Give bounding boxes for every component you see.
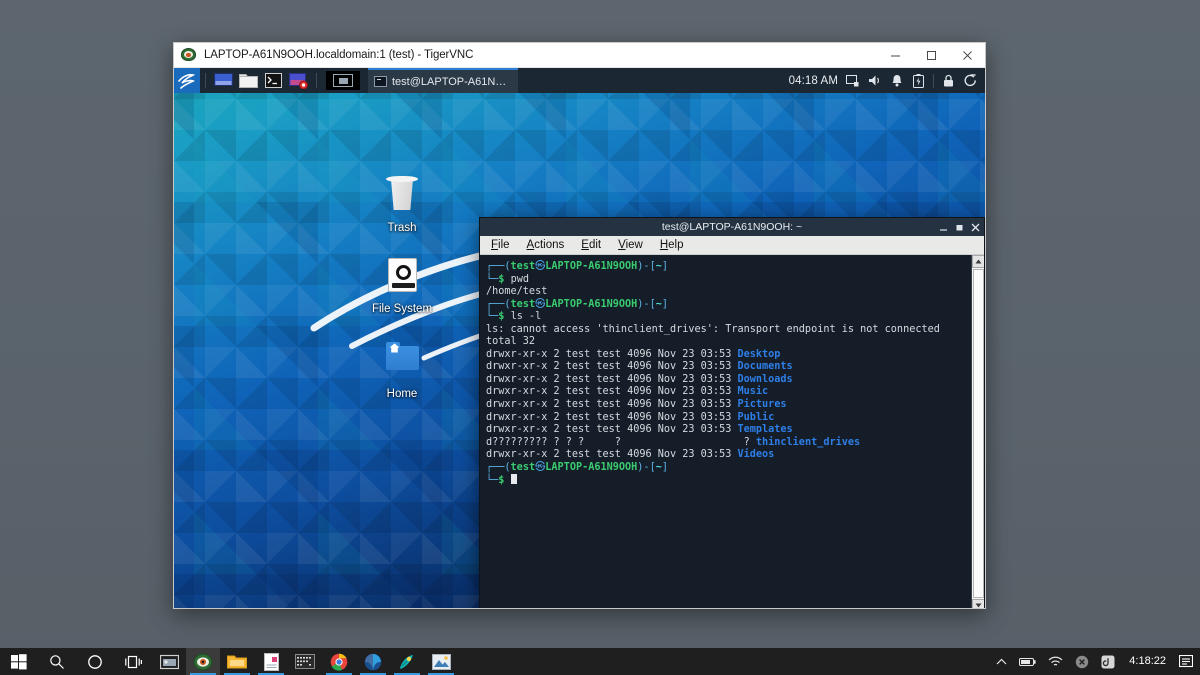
windows-clock[interactable]: 4:18:22: [1121, 648, 1174, 675]
minimize-button[interactable]: [877, 43, 913, 68]
kali-top-panel: test@LAPTOP-A61N9O… 04:18 AM: [174, 68, 985, 93]
file-manager-launcher[interactable]: [238, 72, 259, 90]
kali-dragon-menu-icon[interactable]: [174, 68, 200, 93]
workspace-switcher-icon[interactable]: [326, 71, 360, 90]
terminal-screen[interactable]: ┌──(test㉿LAPTOP-A61N9OOH)-[~] └─$ pwd /h…: [480, 255, 971, 608]
kali-desktop: test@LAPTOP-A61N9O… 04:18 AM Trash File …: [174, 68, 985, 608]
xfce-terminal-window: test@LAPTOP-A61N9OOH: ~ File Actions Edi…: [479, 217, 985, 608]
terminal-scrollbar[interactable]: [971, 255, 984, 608]
volume-icon[interactable]: [867, 73, 882, 88]
power-icon[interactable]: [963, 73, 978, 88]
host-desktop-background: LAPTOP-A61N9OOH.localdomain:1 (test) - T…: [0, 0, 1200, 675]
terminal-maximize-button[interactable]: [955, 223, 964, 232]
notification-bell-icon[interactable]: [889, 73, 904, 88]
scroll-down-icon[interactable]: [971, 599, 984, 608]
taskbar-app-photos[interactable]: [424, 648, 458, 675]
terminal-close-button[interactable]: [971, 223, 980, 232]
terminal-body: ┌──(test㉿LAPTOP-A61N9OOH)-[~] └─$ pwd /h…: [480, 255, 984, 608]
terminal-icon: [374, 76, 387, 87]
show-hidden-icons-button[interactable]: [990, 648, 1013, 675]
task-view-button[interactable]: [114, 648, 152, 675]
show-desktop-launcher[interactable]: [213, 72, 234, 90]
terminal-titlebar[interactable]: test@LAPTOP-A61N9OOH: ~: [480, 218, 984, 236]
error-tray-icon[interactable]: [1069, 648, 1095, 675]
kali-panel-tray: 04:18 AM: [789, 68, 985, 93]
terminal-launcher[interactable]: [263, 72, 284, 90]
search-button[interactable]: [38, 648, 76, 675]
menu-actions[interactable]: Actions: [527, 239, 565, 251]
window-button-terminal[interactable]: test@LAPTOP-A61N9O…: [368, 68, 518, 93]
scroll-up-icon[interactable]: [971, 255, 984, 268]
start-button[interactable]: [0, 648, 38, 675]
network-tray-icon[interactable]: [1042, 648, 1069, 675]
close-button[interactable]: [949, 43, 985, 68]
battery-tray-icon[interactable]: [1013, 648, 1042, 675]
menu-file[interactable]: File: [491, 239, 510, 251]
menu-edit[interactable]: Edit: [581, 239, 601, 251]
tray-separator: [933, 73, 934, 88]
display-settings-icon[interactable]: [845, 73, 860, 88]
terminal-record-launcher[interactable]: [288, 72, 309, 90]
tigervnc-eye-icon: [181, 47, 197, 63]
taskbar-app-file-explorer[interactable]: [220, 648, 254, 675]
taskbar-app-outlook[interactable]: [356, 648, 390, 675]
window-button-label: test@LAPTOP-A61N9O…: [392, 75, 510, 88]
windows-system-tray: 4:18:22: [990, 648, 1200, 675]
taskbar-app-media[interactable]: [152, 648, 186, 675]
tigervnc-title-text: LAPTOP-A61N9OOH.localdomain:1 (test) - T…: [204, 49, 474, 61]
cortana-button[interactable]: [76, 648, 114, 675]
drive-icon: [378, 253, 426, 299]
tigervnc-titlebar[interactable]: LAPTOP-A61N9OOH.localdomain:1 (test) - T…: [174, 43, 985, 68]
desktop-icon-file-system[interactable]: File System: [358, 253, 446, 315]
desktop-icon-home[interactable]: Home: [358, 338, 446, 400]
scrollbar-track[interactable]: [971, 268, 984, 599]
app-tray-icon[interactable]: [1095, 648, 1121, 675]
panel-separator: [205, 73, 206, 88]
terminal-minimize-button[interactable]: [939, 223, 948, 232]
menu-view[interactable]: View: [618, 239, 643, 251]
panel-separator: [316, 73, 317, 88]
taskbar-app-notepad[interactable]: [254, 648, 288, 675]
windows-taskbar: 4:18:22: [0, 648, 1200, 675]
taskbar-app-terminal[interactable]: [288, 648, 322, 675]
action-center-icon[interactable]: [1174, 648, 1198, 675]
terminal-menubar: File Actions Edit View Help: [480, 236, 984, 255]
battery-icon[interactable]: [911, 73, 926, 88]
taskbar-app-chrome[interactable]: [322, 648, 356, 675]
home-folder-icon: [378, 338, 426, 384]
tigervnc-window: LAPTOP-A61N9OOH.localdomain:1 (test) - T…: [173, 42, 986, 609]
lock-icon[interactable]: [941, 73, 956, 88]
tigervnc-window-controls: [877, 43, 985, 68]
desktop-icon-trash[interactable]: Trash: [358, 172, 446, 234]
desktop-icon-label: Home: [386, 388, 418, 400]
taskbar-app-tigervnc[interactable]: [186, 648, 220, 675]
terminal-window-controls: [939, 218, 980, 236]
trash-icon: [378, 172, 426, 218]
taskbar-app-teal[interactable]: [390, 648, 424, 675]
kali-clock[interactable]: 04:18 AM: [789, 75, 838, 87]
menu-help[interactable]: Help: [660, 239, 684, 251]
kali-window-buttons: test@LAPTOP-A61N9O…: [368, 68, 518, 93]
scrollbar-thumb[interactable]: [972, 269, 984, 598]
desktop-icon-label: File System: [371, 303, 433, 315]
terminal-title-text: test@LAPTOP-A61N9OOH: ~: [661, 221, 803, 233]
maximize-button[interactable]: [913, 43, 949, 68]
desktop-icon-label: Trash: [387, 222, 417, 234]
